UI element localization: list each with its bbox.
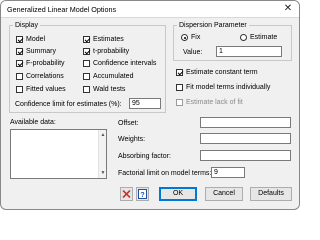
accumulated-label: Accumulated	[93, 73, 134, 80]
fix-radio[interactable]: Fix	[181, 33, 200, 42]
weights-label: Weights:	[118, 136, 146, 143]
wald-tests-check[interactable]	[83, 86, 90, 93]
model-label: Model	[26, 36, 46, 43]
summary-label: Summary	[26, 48, 56, 55]
confidence-intervals-checkbox[interactable]: Confidence intervals	[83, 59, 156, 68]
dispersion-legend: Dispersion Parameter	[177, 21, 249, 30]
offset-label: Offset:	[118, 120, 139, 127]
fitted-values-check[interactable]	[16, 86, 23, 93]
help-button[interactable]: ?	[136, 187, 149, 201]
t-probability-checkbox[interactable]: t-probability	[83, 47, 129, 56]
estimates-check[interactable]	[83, 36, 90, 43]
accumulated-check[interactable]	[83, 73, 90, 80]
estimate-label: Estimate	[250, 34, 278, 41]
fit-individually-checkbox[interactable]: Fit model terms individually	[176, 83, 270, 92]
window-title: Generalized Linear Model Options	[7, 5, 117, 14]
help-icon: ?	[138, 189, 147, 199]
glm-options-dialog: Generalized Linear Model Options ✕ Displ…	[0, 0, 300, 210]
fix-label: Fix	[191, 34, 201, 41]
wald-tests-label: Wald tests	[93, 86, 126, 93]
clear-button[interactable]	[120, 187, 133, 201]
confidence-limit-input[interactable]: 95	[129, 98, 161, 109]
absorbing-factor-label: Absorbing factor:	[118, 153, 171, 160]
fit-individually-check[interactable]	[176, 84, 183, 91]
estimate-constant-label: Estimate constant term	[186, 69, 258, 76]
defaults-button[interactable]: Defaults	[250, 187, 292, 201]
value-label: Value:	[183, 49, 203, 56]
available-data-label: Available data:	[10, 119, 56, 126]
cancel-button[interactable]: Cancel	[205, 187, 243, 201]
weights-input[interactable]	[200, 133, 291, 144]
correlations-check[interactable]	[16, 73, 23, 80]
confidence-intervals-label: Confidence intervals	[93, 60, 157, 67]
dispersion-group: Dispersion Parameter Fix Estimate Value:…	[173, 21, 292, 61]
wald-tests-checkbox[interactable]: Wald tests	[83, 85, 125, 94]
scroll-up-icon[interactable]: ▲	[99, 131, 107, 139]
f-probability-label: F-probability	[26, 60, 65, 67]
estimate-radio[interactable]: Estimate	[240, 33, 277, 42]
fit-individually-label: Fit model terms individually	[186, 84, 271, 91]
estimate-lack-checkbox: Estimate lack of fit	[176, 98, 243, 107]
estimate-radio-dot[interactable]	[240, 34, 247, 41]
svg-text:?: ?	[140, 192, 144, 199]
estimate-constant-checkbox[interactable]: Estimate constant term	[176, 68, 258, 77]
ok-button[interactable]: OK	[159, 187, 197, 201]
f-probability-checkbox[interactable]: F-probability	[16, 59, 65, 68]
summary-checkbox[interactable]: Summary	[16, 47, 56, 56]
dispersion-value-input[interactable]: 1	[216, 46, 282, 57]
factorial-limit-label: Factorial limit on model terms:	[118, 170, 212, 177]
accumulated-checkbox[interactable]: Accumulated	[83, 72, 133, 81]
estimates-label: Estimates	[93, 36, 124, 43]
estimates-checkbox[interactable]: Estimates	[83, 35, 124, 44]
model-checkbox[interactable]: Model	[16, 35, 45, 44]
correlations-checkbox[interactable]: Correlations	[16, 72, 64, 81]
absorbing-factor-input[interactable]	[200, 150, 291, 161]
f-probability-check[interactable]	[16, 60, 23, 67]
t-probability-label: t-probability	[93, 48, 130, 55]
factorial-limit-input[interactable]: 9	[211, 167, 245, 178]
display-group: Display Model Estimates Summary t-probab…	[9, 21, 166, 113]
fix-radio-dot[interactable]	[181, 34, 188, 41]
available-data-scrollbar[interactable]: ▲ ▼	[98, 130, 106, 178]
model-check[interactable]	[16, 36, 23, 43]
estimate-lack-check	[176, 99, 183, 106]
estimate-constant-check[interactable]	[176, 69, 183, 76]
fitted-values-label: Fitted values	[26, 86, 66, 93]
scroll-down-icon[interactable]: ▼	[99, 169, 107, 177]
estimate-lack-label: Estimate lack of fit	[186, 99, 243, 106]
display-legend: Display	[13, 21, 40, 30]
title-bar: Generalized Linear Model Options ✕	[1, 1, 299, 18]
t-probability-check[interactable]	[83, 48, 90, 55]
close-icon[interactable]: ✕	[282, 3, 294, 15]
offset-input[interactable]	[200, 117, 291, 128]
fitted-values-checkbox[interactable]: Fitted values	[16, 85, 66, 94]
confidence-limit-label: Confidence limit for estimates (%):	[15, 101, 122, 108]
confidence-intervals-check[interactable]	[83, 60, 90, 67]
correlations-label: Correlations	[26, 73, 64, 80]
clear-icon	[122, 190, 131, 198]
available-data-list[interactable]: ▲ ▼	[10, 129, 107, 179]
summary-check[interactable]	[16, 48, 23, 55]
